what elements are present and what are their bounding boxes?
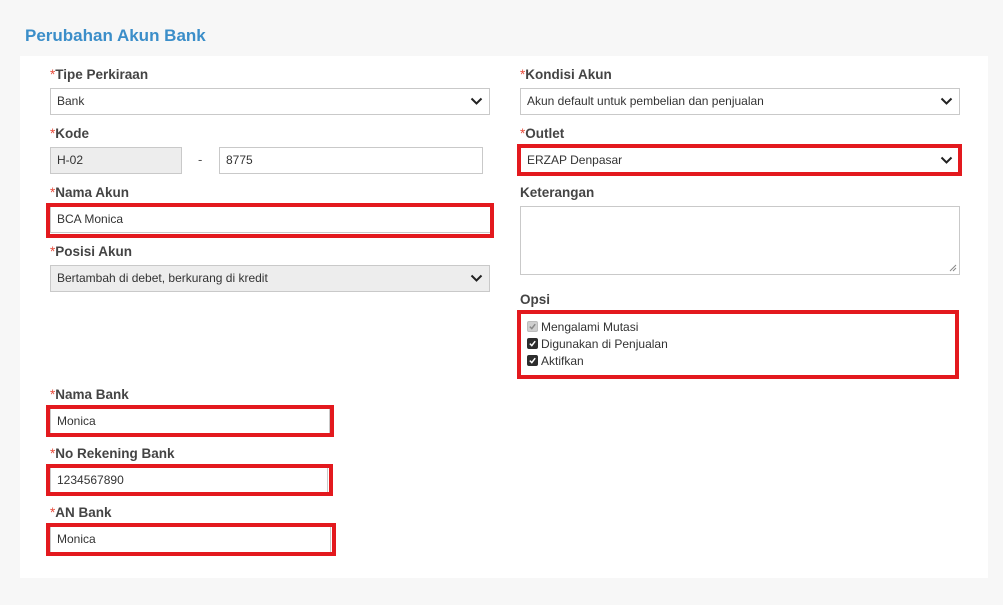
kode-prefix-field: H-02 bbox=[50, 147, 182, 174]
posisi-akun-select[interactable]: Bertambah di debet, berkurang di kredit bbox=[50, 265, 490, 292]
checkbox-box[interactable] bbox=[527, 355, 538, 366]
posisi-akun-value: Bertambah di debet, berkurang di kredit bbox=[57, 271, 268, 285]
nama-bank-label: *Nama Bank bbox=[50, 387, 129, 402]
kode-label: *Kode bbox=[50, 126, 90, 141]
resize-grip-icon[interactable] bbox=[949, 264, 957, 272]
no-rekening-bank-label: *No Rekening Bank bbox=[50, 446, 175, 461]
outlet-select[interactable]: ERZAP Denpasar bbox=[520, 147, 960, 174]
tipe-perkiraan-value: Bank bbox=[57, 94, 85, 108]
chevron-down-icon bbox=[940, 97, 953, 105]
kondisi-akun-select[interactable]: Akun default untuk pembelian dan penjual… bbox=[520, 88, 960, 115]
tipe-perkiraan-label: *Tipe Perkiraan bbox=[50, 67, 149, 82]
kode-number-input[interactable]: 8775 bbox=[219, 147, 483, 174]
checkbox-digunakan-di-penjualan[interactable]: Digunakan di Penjualan bbox=[527, 335, 668, 352]
nama-akun-input[interactable]: BCA Monica bbox=[50, 206, 491, 233]
form-card bbox=[20, 56, 988, 578]
checkbox-box bbox=[527, 321, 538, 332]
tipe-perkiraan-select[interactable]: Bank bbox=[50, 88, 490, 115]
outlet-label: *Outlet bbox=[520, 126, 565, 141]
nama-bank-input[interactable]: Monica bbox=[50, 408, 330, 435]
keterangan-label: Keterangan bbox=[520, 185, 595, 200]
kondisi-akun-value: Akun default untuk pembelian dan penjual… bbox=[527, 94, 764, 108]
nama-akun-label: *Nama Akun bbox=[50, 185, 130, 200]
no-rekening-bank-input[interactable]: 1234567890 bbox=[50, 467, 328, 494]
an-bank-input[interactable]: Monica bbox=[50, 526, 331, 553]
outlet-value: ERZAP Denpasar bbox=[527, 153, 623, 167]
page-title: Perubahan Akun Bank bbox=[25, 26, 206, 45]
checkbox-label: Mengalami Mutasi bbox=[541, 319, 639, 334]
checkbox-aktifkan[interactable]: Aktifkan bbox=[527, 352, 584, 369]
posisi-akun-label: *Posisi Akun bbox=[50, 244, 133, 259]
keterangan-textarea[interactable] bbox=[520, 206, 960, 275]
kode-separator: - bbox=[198, 152, 203, 167]
checkbox-label: Aktifkan bbox=[541, 353, 584, 368]
chevron-down-icon bbox=[470, 97, 483, 105]
checkbox-box[interactable] bbox=[527, 338, 538, 349]
check-icon bbox=[529, 340, 536, 347]
check-icon bbox=[529, 357, 536, 364]
checkbox-label: Digunakan di Penjualan bbox=[541, 336, 668, 351]
checkbox-mengalami-mutasi: Mengalami Mutasi bbox=[527, 318, 638, 335]
chevron-down-icon bbox=[940, 156, 953, 164]
opsi-label: Opsi bbox=[520, 292, 551, 307]
an-bank-label: *AN Bank bbox=[50, 505, 112, 520]
check-icon bbox=[529, 323, 536, 330]
kondisi-akun-label: *Kondisi Akun bbox=[520, 67, 612, 82]
chevron-down-icon bbox=[470, 274, 483, 282]
